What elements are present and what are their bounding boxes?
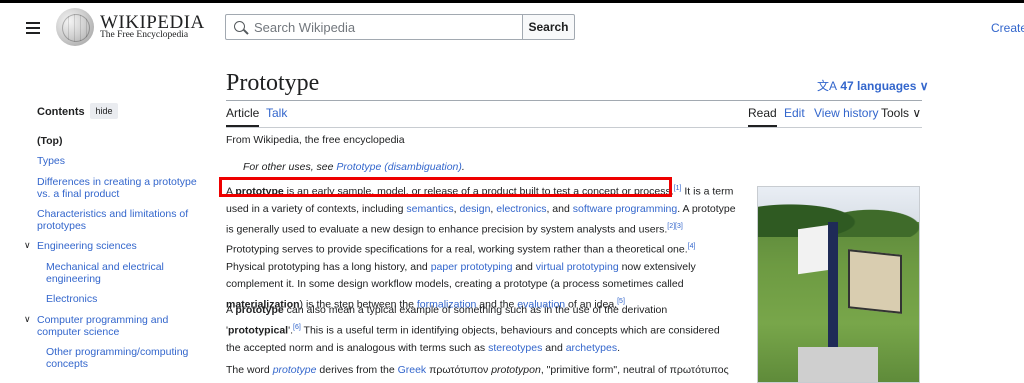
link-semantics[interactable]: semantics	[406, 203, 453, 215]
language-count: 47 languages	[840, 79, 917, 93]
create-account-link[interactable]: Create	[991, 21, 1024, 35]
tools-menu[interactable]: Tools ∨	[881, 106, 921, 120]
link-stereotypes[interactable]: stereotypes	[488, 342, 542, 354]
page-title: Prototype	[226, 70, 320, 96]
search-box[interactable]	[225, 14, 523, 40]
photo-sign-board	[798, 224, 830, 275]
site-subtitle: From Wikipedia, the free encyclopedia	[226, 134, 405, 146]
toc-item-top[interactable]: (Top)	[37, 135, 197, 147]
link-prototype[interactable]: prototype	[273, 364, 317, 376]
tab-view-history[interactable]: View history	[814, 106, 878, 120]
photo-trees	[758, 187, 919, 237]
search-button[interactable]: Search	[523, 14, 575, 40]
link-greek[interactable]: Greek	[398, 364, 427, 376]
paragraph-1: A prototype is an early sample, model, o…	[226, 185, 736, 310]
top-border	[0, 0, 1024, 3]
toc-item-types[interactable]: Types	[37, 155, 197, 167]
toc-item-differences[interactable]: Differences in creating a prototype vs. …	[37, 176, 202, 200]
toc-item-computer[interactable]: Computer programming and computer scienc…	[37, 314, 187, 338]
toc-heading: Contents	[37, 106, 85, 118]
link-design[interactable]: design	[459, 203, 490, 215]
link-virtual-prototyping[interactable]: virtual prototyping	[536, 261, 619, 273]
chevron-down-icon[interactable]: ∨	[24, 240, 31, 251]
chevron-down-icon[interactable]: ∨	[24, 314, 31, 325]
toc-item-other-programming[interactable]: Other programming/computing concepts	[46, 346, 196, 370]
highlight-annotation	[219, 177, 672, 197]
tab-article[interactable]: Article	[226, 106, 260, 127]
link-archetypes[interactable]: archetypes	[566, 342, 617, 354]
tab-talk[interactable]: Talk	[266, 106, 287, 120]
hatnote-prefix: For other uses, see	[243, 161, 337, 173]
photo-base	[798, 347, 878, 382]
link-software-programming[interactable]: software programming	[573, 203, 677, 215]
title-divider	[226, 100, 922, 101]
hatnote-link[interactable]: Prototype (disambiguation)	[336, 161, 461, 173]
tab-read[interactable]: Read	[748, 106, 777, 127]
article-image[interactable]	[757, 186, 920, 383]
toc-item-characteristics[interactable]: Characteristics and limitations of proto…	[37, 208, 202, 232]
view-tabs: Read Edit View history Tools ∨	[748, 106, 928, 127]
paragraph-3: The word prototype derives from the Gree…	[226, 364, 729, 376]
chevron-down-icon: ∨	[919, 79, 929, 93]
tagline: The Free Encyclopedia	[100, 30, 189, 40]
hatnote: For other uses, see Prototype (disambigu…	[243, 161, 465, 173]
ref-6[interactable]: [6]	[293, 324, 301, 331]
photo-display-panel	[848, 249, 902, 314]
search-icon	[234, 21, 245, 32]
toc-item-electronics[interactable]: Electronics	[46, 293, 206, 305]
toc-item-engineering[interactable]: Engineering sciences	[37, 240, 197, 252]
menu-icon[interactable]	[26, 20, 40, 34]
hatnote-suffix: .	[461, 161, 465, 173]
link-electronics[interactable]: electronics	[496, 203, 546, 215]
toc-hide-button[interactable]: hide	[90, 103, 118, 119]
search-input[interactable]	[254, 18, 514, 36]
paragraph-2: A prototype can also mean a typical exam…	[226, 304, 720, 354]
tabs-divider	[226, 127, 922, 128]
ref-4[interactable]: [4]	[688, 243, 696, 250]
toc-item-mechanical[interactable]: Mechanical and electrical engineering	[46, 261, 186, 285]
tools-label: Tools	[881, 106, 910, 120]
wikipedia-globe-logo[interactable]	[56, 8, 94, 46]
link-paper-prototyping[interactable]: paper prototyping	[431, 261, 513, 273]
language-selector[interactable]: 文A 47 languages ∨	[817, 77, 929, 94]
translate-icon: 文A	[817, 79, 838, 93]
ref-2-3[interactable]: [2][3]	[667, 223, 683, 230]
chevron-down-icon: ∨	[912, 106, 922, 120]
tab-edit[interactable]: Edit	[784, 106, 805, 120]
